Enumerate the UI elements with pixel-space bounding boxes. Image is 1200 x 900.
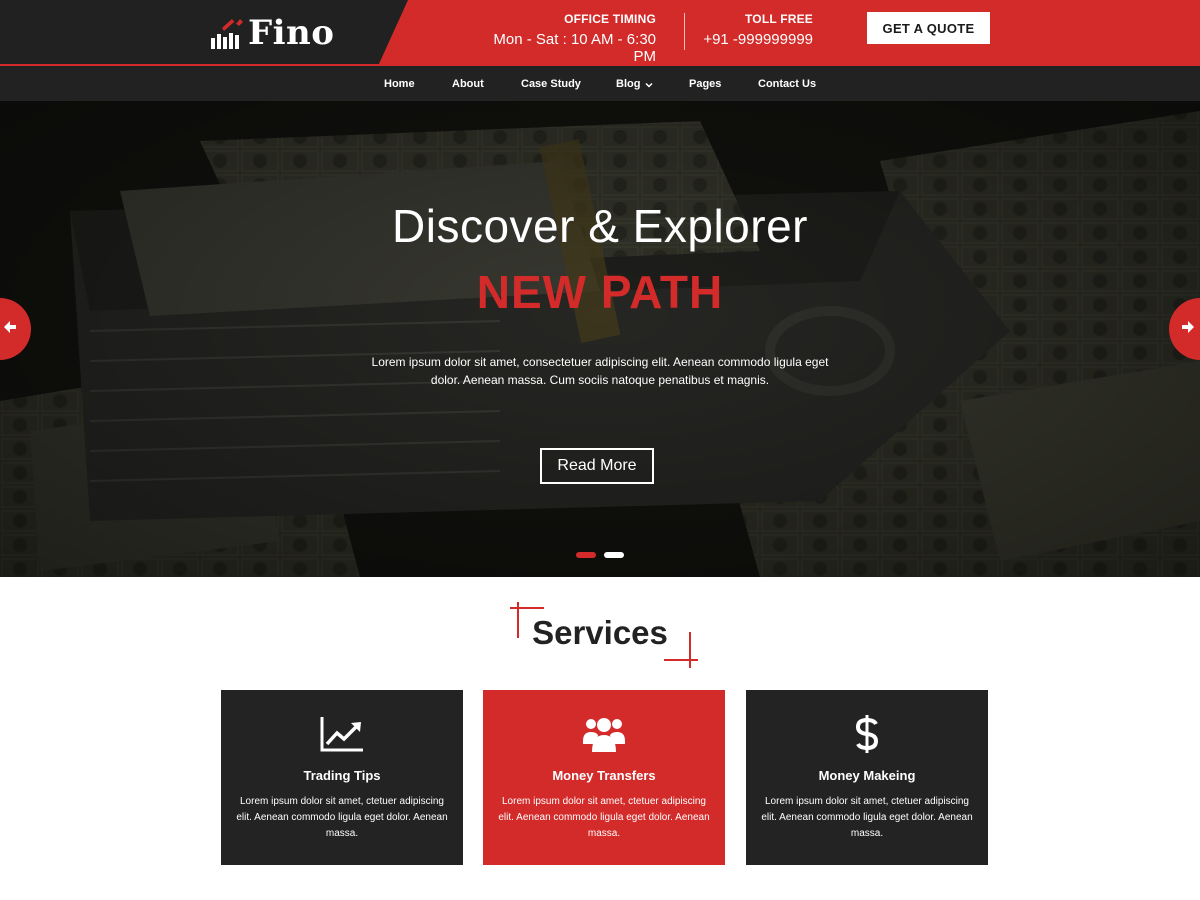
service-card-trading-tips[interactable]: Trading Tips Lorem ipsum dolor sit amet,… [221,690,463,865]
users-group-icon [483,714,725,754]
hero-dark-overlay [0,101,1200,577]
slider-dot-1-active[interactable] [576,552,596,558]
heading-corner-bottom-right [664,632,698,668]
hero-title: Discover & Explorer [392,200,808,252]
main-nav: Home About Case Study Blog Pages Contact… [0,66,1200,101]
read-more-button[interactable]: Read More [540,448,654,484]
service-card-title: Money Transfers [552,768,656,783]
nav-item-blog-label: Blog [616,77,641,90]
toll-free: TOLL FREE +91 -999999999 [700,12,813,48]
dollar-icon [746,714,988,754]
service-card-money-transfers[interactable]: Money Transfers Lorem ipsum dolor sit am… [483,690,725,865]
hero-subtitle: NEW PATH [476,266,724,318]
chevron-down-icon [645,80,653,88]
get-a-quote-button[interactable]: GET A QUOTE [867,12,990,44]
nav-item-pages[interactable]: Pages [689,66,721,101]
toll-free-label: TOLL FREE [744,12,813,26]
service-card-text: Lorem ipsum dolor sit amet, ctetuer adip… [236,796,448,839]
logo-text: Fino [248,13,335,53]
arrow-left-icon [3,320,17,339]
bar-chart-logo-icon [210,16,246,50]
office-timing: OFFICE TIMING Mon - Sat : 10 AM - 6:30 P… [470,12,656,65]
service-card-title: Trading Tips [303,768,381,783]
header-info-divider [684,13,685,50]
nav-item-contact-us[interactable]: Contact Us [758,66,816,101]
office-timing-label: OFFICE TIMING [564,12,656,26]
service-card-text: Lorem ipsum dolor sit amet, ctetuer adip… [498,796,710,839]
trending-chart-icon [221,714,463,754]
nav-item-about[interactable]: About [452,66,484,101]
service-card-money-makeing[interactable]: Money Makeing Lorem ipsum dolor sit amet… [746,690,988,865]
service-card-title: Money Makeing [818,768,916,783]
arrow-right-icon [1181,320,1195,339]
nav-item-case-study[interactable]: Case Study [521,66,581,101]
nav-item-blog[interactable]: Blog [616,66,653,101]
nav-item-home[interactable]: Home [384,66,415,101]
service-card-text: Lorem ipsum dolor sit amet, ctetuer adip… [761,796,973,839]
site-logo[interactable]: Fino [210,14,334,50]
services-heading: Services [532,614,668,651]
toll-free-number: +91 -999999999 [703,31,813,48]
office-timing-value: Mon - Sat : 10 AM - 6:30 PM [493,31,656,65]
hero-description: Lorem ipsum dolor sit amet, consectetuer… [371,355,829,387]
hero-slider: Discover & Explorer NEW PATH Lorem ipsum… [0,101,1200,577]
slider-dot-2[interactable] [604,552,624,558]
